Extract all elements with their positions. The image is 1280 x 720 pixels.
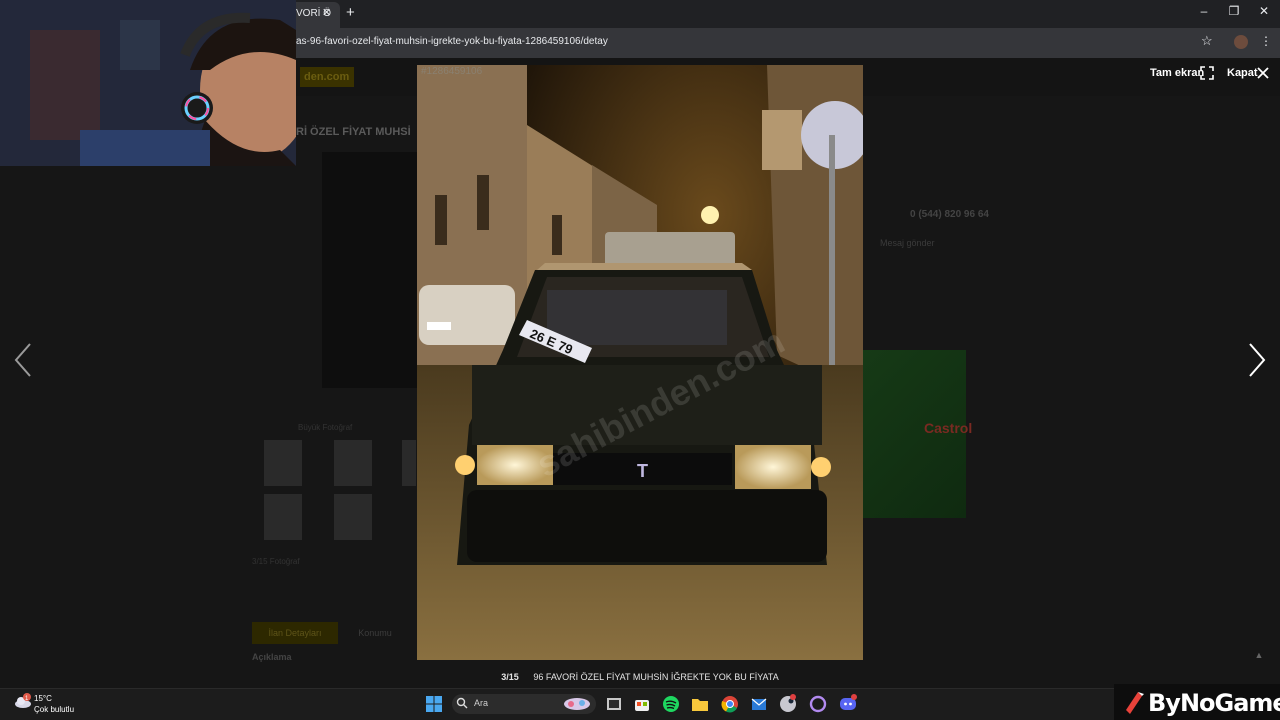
app-icon[interactable] [808, 694, 828, 714]
weather-condition[interactable]: Çok bulutlu [34, 705, 74, 714]
seller-phone[interactable]: 0 (544) 820 96 64 [910, 209, 989, 220]
close-button[interactable]: Kapat [1227, 67, 1258, 79]
brand-logo-icon [1126, 692, 1144, 714]
window-close-icon[interactable]: ✕ [1254, 4, 1274, 18]
listing-main-photo[interactable] [322, 152, 418, 388]
browser-menu-icon[interactable]: ⋮ [1260, 34, 1272, 48]
previous-photo-icon[interactable] [12, 342, 34, 378]
profile-avatar[interactable] [1234, 35, 1248, 49]
bookmark-star-icon[interactable]: ☆ [1201, 33, 1213, 49]
close-icon[interactable] [1256, 66, 1270, 80]
svg-text:T: T [637, 461, 648, 481]
tab-close-icon[interactable]: ✕ [322, 6, 331, 19]
large-photo-link[interactable]: Büyük Fotoğraf [298, 423, 352, 432]
listing-title: Rİ ÖZEL FİYAT MUHSİ [296, 126, 411, 138]
photo-counter: 3/15 [501, 672, 519, 682]
caption-text: 96 FAVORİ ÖZEL FİYAT MUHSİN İĞREKTE YOK … [533, 672, 779, 682]
send-message-button[interactable]: Mesaj gönder [880, 238, 935, 248]
site-logo[interactable]: den.com [300, 67, 354, 87]
search-highlight-icon[interactable] [562, 696, 592, 712]
discord-icon[interactable] [838, 694, 858, 714]
scroll-top-icon[interactable]: ▲ [1250, 650, 1268, 666]
temperature[interactable]: 15°C [34, 694, 52, 703]
fullscreen-button[interactable]: Tam ekran [1150, 67, 1204, 79]
listing-id: #1286459106 [421, 66, 483, 77]
store-icon[interactable] [632, 694, 652, 714]
description-heading: Açıklama [252, 652, 292, 662]
photo-count: 3/15 Fotoğraf [252, 557, 300, 566]
tab-location[interactable]: Konumu [344, 622, 406, 644]
url-field[interactable]: as-96-favori-ozel-fiyat-muhsin-igrekte-y… [296, 36, 608, 47]
weather-cloud-icon[interactable]: 1 [14, 692, 32, 710]
next-photo-icon[interactable] [1246, 342, 1268, 378]
file-explorer-icon[interactable] [690, 694, 710, 714]
webcam-overlay [0, 0, 296, 166]
thumbnail[interactable] [264, 440, 302, 486]
thumbnail-grid [250, 440, 416, 546]
thumbnail[interactable] [334, 440, 372, 486]
search-icon [456, 697, 468, 709]
restore-icon[interactable]: ❐ [1224, 4, 1244, 18]
tab-listing-details[interactable]: İlan Detayları [252, 622, 338, 644]
thumbnail[interactable] [264, 494, 302, 540]
lightbox-photo[interactable]: 26 E 79 T sahibinden.com [417, 65, 863, 660]
fullscreen-icon[interactable] [1200, 66, 1214, 80]
spotify-icon[interactable] [661, 694, 681, 714]
mail-icon[interactable] [749, 694, 769, 714]
steam-icon[interactable] [778, 694, 798, 714]
search-label: Ara [474, 698, 489, 708]
chrome-icon[interactable] [720, 694, 740, 714]
task-view-icon[interactable] [604, 694, 624, 714]
thumbnail[interactable] [334, 494, 372, 540]
ad-brand-text: Castrol [924, 420, 973, 436]
windows-start-icon[interactable] [424, 694, 444, 714]
minimize-icon[interactable]: – [1194, 4, 1214, 18]
brand-text: ByNoGame [1148, 689, 1280, 717]
new-tab-icon[interactable]: + [346, 4, 355, 21]
thumbnail[interactable] [402, 440, 416, 486]
photo-caption: 3/15 96 FAVORİ ÖZEL FİYAT MUHSİN İĞREKTE… [0, 668, 1280, 686]
